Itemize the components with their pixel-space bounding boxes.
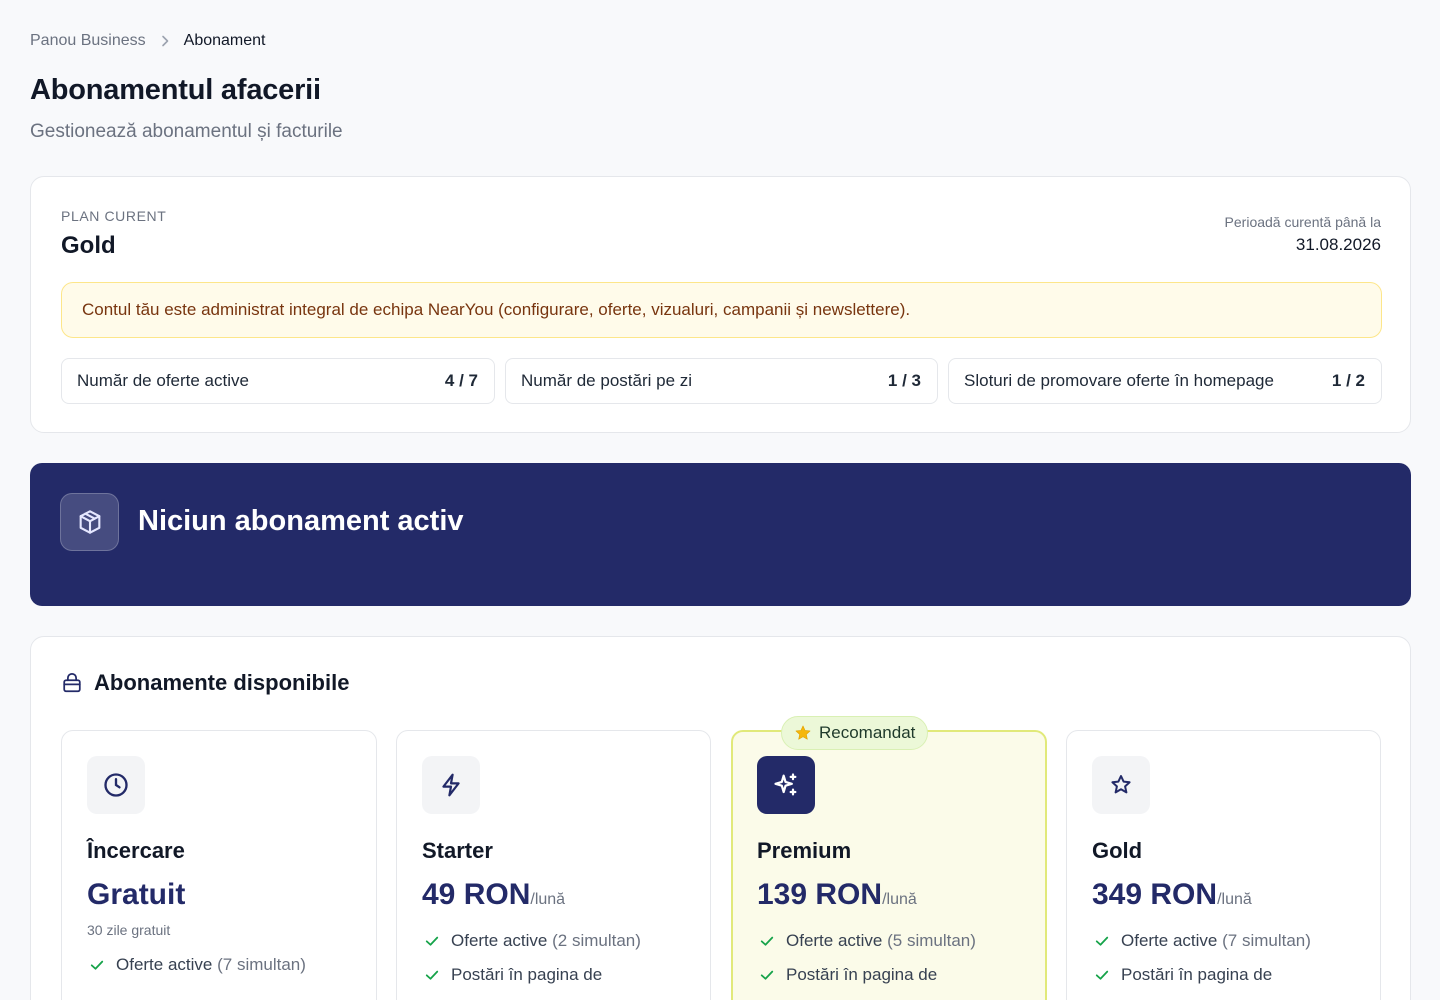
plan-price: 139 RON /lună: [757, 878, 917, 912]
price-amount: 139 RON: [757, 878, 883, 911]
plan-name: Gold: [1092, 838, 1143, 863]
price-period: /lună: [530, 891, 566, 908]
feature-text: Oferte active: [1121, 931, 1218, 950]
plan-name: Starter: [422, 838, 493, 863]
check-icon: [1093, 932, 1111, 950]
feature-sub: (2 simultan): [552, 931, 641, 950]
page-title: Abonamentul afacerii: [30, 74, 321, 106]
banner-title: Niciun abonament activ: [138, 505, 464, 537]
current-plan-card: PLAN CURENT Gold Perioadă curentă până l…: [30, 176, 1411, 433]
price-amount: 349 RON: [1092, 878, 1218, 911]
no-subscription-banner: Niciun abonament activ: [30, 463, 1411, 606]
plan-price: Gratuit: [87, 878, 185, 912]
feature-item: Postări în pagina de: [758, 965, 937, 985]
price-period: /lună: [1217, 891, 1252, 908]
plan-card-gold[interactable]: Gold 349 RON /lună Oferte active (7 simu…: [1066, 730, 1381, 1000]
section-header: Abonamente disponibile: [61, 670, 349, 696]
feature-sub: (7 simultan): [1222, 931, 1311, 950]
clock-icon: [87, 756, 145, 814]
metric-value: 4 / 7: [444, 371, 478, 390]
section-title: Abonamente disponibile: [94, 670, 350, 695]
bag-icon: [61, 672, 83, 694]
check-icon: [758, 966, 776, 984]
period-label: Perioadă curentă până la: [1224, 214, 1381, 230]
feature-text: Postări în pagina de: [1121, 965, 1273, 984]
available-subscriptions: Abonamente disponibile Încercare Gratuit…: [30, 636, 1411, 1000]
lightning-icon: [422, 756, 480, 814]
feature-text: Postări în pagina de: [451, 965, 603, 984]
breadcrumb-link-business-panel[interactable]: Panou Business: [30, 32, 146, 50]
star-filled-icon: [794, 724, 812, 742]
feature-item: Oferte active (7 simultan): [1093, 931, 1311, 951]
feature-text: Oferte active: [451, 931, 548, 950]
recommended-label: Recomandat: [819, 723, 916, 742]
feature-text: Oferte active: [786, 931, 883, 950]
metric-value: 1 / 3: [887, 371, 921, 390]
feature-sub: (5 simultan): [887, 931, 976, 950]
feature-item: Oferte active (7 simultan): [88, 955, 306, 975]
current-plan-label: PLAN CURENT: [61, 208, 167, 224]
plan-card-premium[interactable]: Premium 139 RON /lună Oferte active (5 s…: [731, 730, 1047, 1000]
feature-item: Postări în pagina de: [1093, 965, 1272, 985]
price-amount: Gratuit: [87, 878, 186, 911]
feature-text: Oferte active: [116, 955, 213, 974]
check-icon: [1093, 966, 1111, 984]
sparkles-icon: [757, 756, 815, 814]
period-end-date: 31.08.2026: [1295, 235, 1381, 254]
plan-name: Încercare: [87, 838, 185, 863]
cube-icon: [60, 493, 119, 551]
price-amount: 49 RON: [422, 878, 531, 911]
plan-price: 349 RON /lună: [1092, 878, 1252, 912]
managed-account-notice: Contul tău este administrat integral de …: [61, 282, 1382, 338]
plan-card-trial[interactable]: Încercare Gratuit 30 zile gratuit Oferte…: [61, 730, 377, 1000]
check-icon: [423, 966, 441, 984]
metric-daily-posts: Număr de postări pe zi 1 / 3: [505, 358, 938, 404]
plan-price: 49 RON /lună: [422, 878, 565, 912]
metric-value: 1 / 2: [1331, 371, 1365, 390]
breadcrumb: Panou Business Abonament: [30, 32, 265, 50]
breadcrumb-current: Abonament: [183, 32, 266, 49]
page-subtitle: Gestionează abonamentul și facturile: [30, 121, 343, 142]
check-icon: [423, 932, 441, 950]
metric-active-offers: Număr de oferte active 4 / 7: [61, 358, 495, 404]
check-icon: [88, 956, 106, 974]
feature-item: Postări în pagina de: [423, 965, 602, 985]
metric-homepage-slots: Sloturi de promovare oferte în homepage …: [948, 358, 1382, 404]
feature-text: Postări în pagina de: [786, 965, 938, 984]
current-plan-name: Gold: [61, 232, 116, 259]
chevron-right-icon: [158, 34, 172, 48]
feature-item: Oferte active (2 simultan): [423, 931, 641, 951]
star-icon: [1092, 756, 1150, 814]
metric-label: Număr de postări pe zi: [521, 371, 693, 390]
plan-note: 30 zile gratuit: [87, 922, 171, 938]
price-period: /lună: [882, 891, 917, 908]
feature-item: Oferte active (5 simultan): [758, 931, 976, 951]
feature-sub: (7 simultan): [217, 955, 306, 974]
metric-label: Sloturi de promovare oferte în homepage: [964, 371, 1274, 390]
recommended-badge: Recomandat: [781, 716, 929, 750]
plan-card-starter[interactable]: Starter 49 RON /lună Oferte active (2 si…: [396, 730, 711, 1000]
plan-name: Premium: [757, 838, 852, 863]
metric-label: Număr de oferte active: [77, 371, 249, 390]
check-icon: [758, 932, 776, 950]
